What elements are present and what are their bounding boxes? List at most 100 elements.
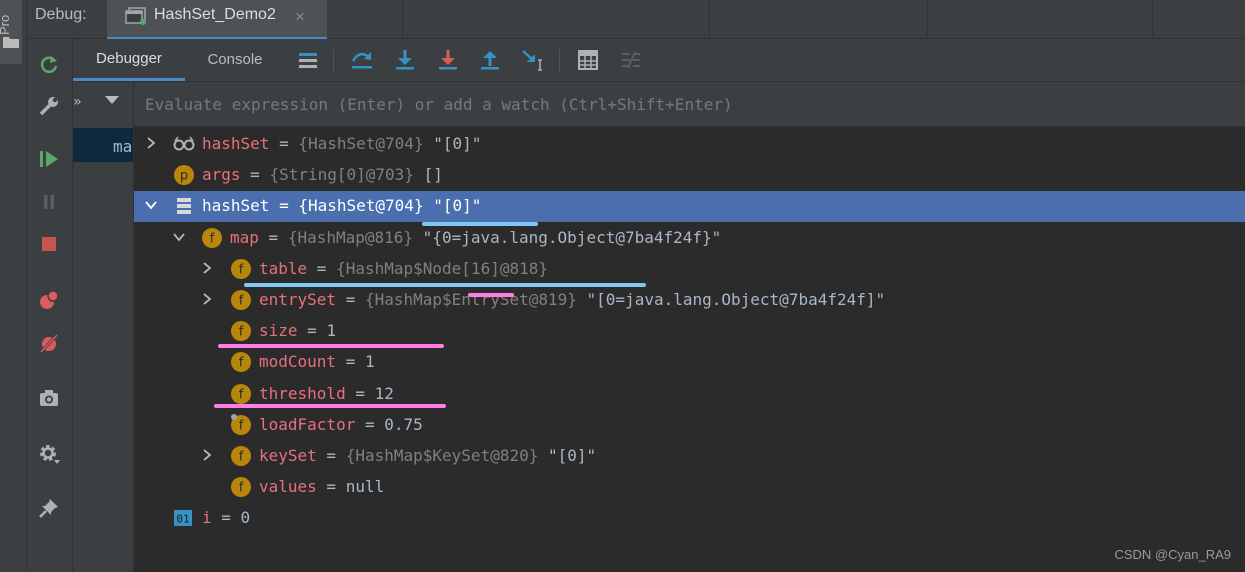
resume-icon[interactable] — [36, 146, 62, 172]
field-icon: f — [231, 352, 251, 373]
chevron-right-icon[interactable] — [144, 136, 158, 150]
variable-text: i = 0 — [202, 508, 250, 527]
step-into-icon[interactable] — [392, 47, 418, 73]
variable-text: table = {HashMap$Node[16]@818} — [259, 259, 548, 278]
variable-value: 0.75 — [384, 414, 423, 434]
debug-label: Debug: — [35, 6, 87, 23]
step-over-icon[interactable] — [349, 47, 375, 73]
chevron-down-icon[interactable] — [172, 230, 186, 244]
svg-text:f: f — [239, 418, 244, 433]
chevron-right-icon[interactable] — [200, 292, 214, 306]
variable-value: 1 — [326, 321, 337, 341]
view-breakpoints-icon[interactable] — [36, 287, 62, 313]
rerun-icon[interactable] — [36, 51, 62, 77]
variable-equals: = — [211, 508, 241, 528]
run-to-cursor-icon[interactable] — [520, 47, 546, 73]
close-icon[interactable]: × — [295, 7, 305, 27]
variable-name: table — [259, 258, 308, 278]
svg-text:f: f — [239, 481, 244, 496]
project-tab-label: Pro — [0, 14, 12, 35]
gear-icon[interactable] — [36, 441, 62, 467]
variable-name: hashSet — [202, 196, 270, 216]
header-divider — [1152, 0, 1153, 37]
variable-name: i — [202, 508, 212, 528]
variable-row[interactable]: f keySet = {HashMap$KeySet@820} "[0]" — [134, 441, 1245, 472]
variable-row[interactable]: hashSet = {HashSet@704} "[0]" — [134, 129, 1245, 160]
variable-text: hashSet = {HashSet@704} "[0]" — [202, 134, 481, 153]
chevron-right-icon[interactable]: » — [73, 94, 81, 110]
variable-row[interactable]: p args = {String[0]@703} [] — [134, 160, 1245, 191]
step-out-icon[interactable] — [477, 47, 503, 73]
variable-equals: = — [316, 446, 346, 465]
project-tool-tab[interactable]: Pro — [0, 0, 22, 64]
variable-equals: = — [316, 477, 346, 497]
variable-text: map = {HashMap@816} "{0=java.lang.Object… — [230, 228, 721, 247]
header-divider — [402, 0, 403, 37]
evaluate-expression-input[interactable] — [145, 92, 1235, 116]
variable-name: args — [202, 165, 241, 185]
session-tab[interactable]: HashSet_Demo2 × — [107, 0, 327, 40]
tab-debugger[interactable]: Debugger — [73, 39, 185, 81]
variable-name: threshold — [259, 383, 346, 403]
settings-wrench-icon[interactable] — [36, 93, 62, 119]
variable-row[interactable]: hashSet = {HashSet@704} "[0]" — [134, 191, 1245, 223]
annotation-underline — [422, 222, 538, 226]
project-tool-strip: Pro — [0, 0, 27, 572]
field-icon: f — [202, 227, 222, 248]
variable-row[interactable]: f entrySet = {HashMap$EntrySet@819} "[0=j… — [134, 285, 1245, 316]
debug-tool-window-header: Debug: HashSet_Demo2 × — [27, 0, 1245, 40]
variable-name: size — [259, 321, 298, 341]
svg-text:p: p — [180, 169, 188, 184]
evaluate-icon[interactable] — [575, 47, 601, 73]
variable-name: map — [230, 227, 259, 247]
variable-value: 12 — [374, 383, 394, 403]
variable-value: [] — [413, 165, 443, 185]
variable-equals: = — [240, 165, 270, 185]
field-icon: f — [231, 321, 251, 342]
chevron-down-icon[interactable] — [105, 96, 119, 104]
frames-panel: » ma — [73, 82, 134, 572]
chevron-right-icon[interactable] — [200, 448, 214, 462]
watch-glasses-icon — [173, 136, 195, 151]
variable-equals: = — [269, 196, 299, 216]
force-step-into-icon[interactable] — [435, 47, 461, 73]
variable-type: {HashMap$KeySet@820} — [345, 446, 539, 465]
layout-icon[interactable] — [295, 47, 321, 73]
header-divider — [927, 0, 928, 37]
variable-value: 1 — [364, 352, 375, 372]
field-icon: f — [231, 383, 251, 404]
tab-console[interactable]: Console — [187, 39, 283, 79]
variable-row[interactable]: f size = 1 — [134, 316, 1245, 347]
svg-text:f: f — [239, 387, 244, 402]
variable-text: entrySet = {HashMap$EntrySet@819} "[0=ja… — [259, 290, 885, 309]
variable-row[interactable]: f map = {HashMap@816} "{0=java.lang.Objec… — [134, 223, 1245, 254]
variable-row[interactable]: f loadFactor = 0.75 — [134, 410, 1245, 441]
variable-row[interactable]: f values = null — [134, 472, 1245, 503]
trace-icon[interactable] — [618, 47, 644, 73]
chevron-down-icon[interactable] — [144, 198, 158, 212]
debug-actions-toolbar — [27, 39, 73, 572]
camera-icon[interactable] — [36, 385, 62, 411]
variable-row[interactable]: f table = {HashMap$Node[16]@818} — [134, 254, 1245, 285]
pin-icon[interactable] — [36, 495, 62, 521]
chevron-right-icon[interactable] — [200, 261, 214, 275]
variable-value: "{0=java.lang.Object@7ba4f24f}" — [413, 227, 722, 247]
svg-text:f: f — [239, 262, 244, 277]
header-divider — [709, 0, 710, 37]
stop-icon[interactable] — [36, 231, 62, 257]
variable-type: {HashMap@816} — [287, 227, 414, 247]
svg-text:f: f — [239, 294, 244, 309]
variable-value: "[0=java.lang.Object@7ba4f24f]" — [576, 290, 886, 309]
variable-row[interactable]: f modCount = 1 — [134, 347, 1245, 378]
variable-name: keySet — [259, 446, 317, 465]
annotation-underline — [244, 283, 646, 287]
mute-breakpoints-icon[interactable] — [36, 330, 62, 356]
variable-text: modCount = 1 — [259, 352, 375, 371]
watch-bar — [134, 82, 1245, 127]
pause-icon[interactable] — [36, 189, 62, 215]
object-stack-icon — [177, 198, 191, 215]
variable-type: {String[0]@703} — [269, 165, 414, 185]
variable-name: entrySet — [259, 290, 337, 309]
variable-text: args = {String[0]@703} [] — [202, 165, 443, 184]
variable-row[interactable]: 01 i = 0 — [134, 503, 1245, 534]
